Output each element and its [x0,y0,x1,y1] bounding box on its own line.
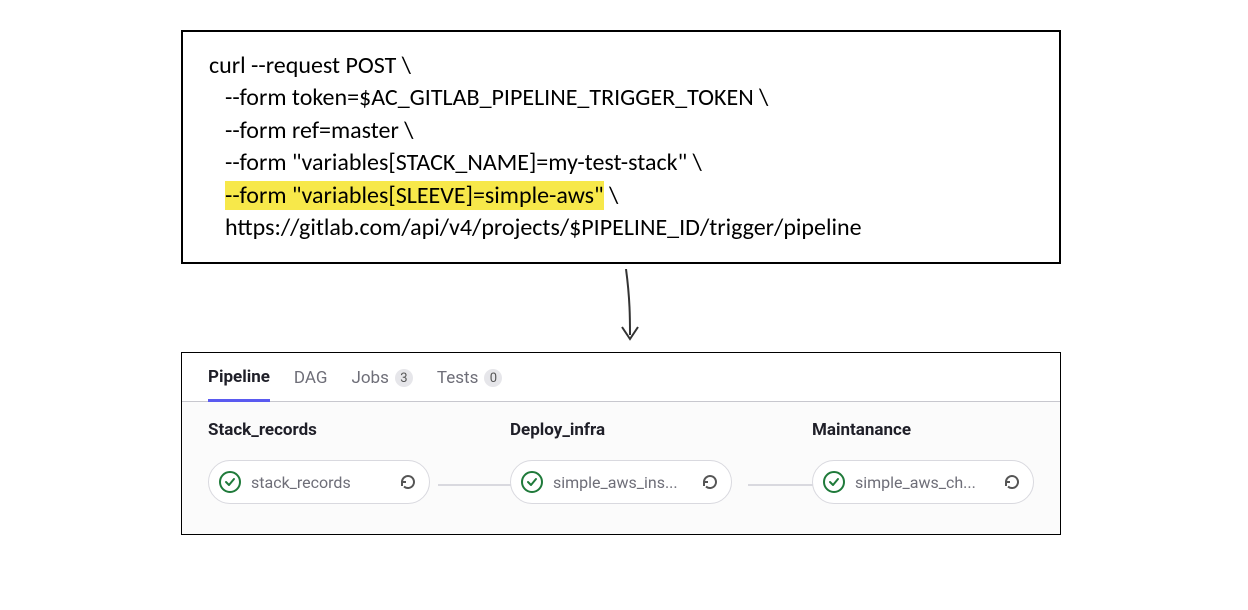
arrow-down-icon [612,269,652,349]
retry-icon[interactable] [397,471,419,493]
code-line: --form "variables[STACK_NAME]=my-test-st… [209,147,1033,179]
stage-title: Deploy_infra [510,420,732,440]
job-name: simple_aws_ch... [855,473,991,492]
tab-label: Tests [437,368,478,388]
job-name: simple_aws_ins... [553,473,689,492]
stage-connector [438,484,518,486]
highlighted-text: --form "variables[SLEEVE]=simple-aws" [225,181,604,210]
pipeline-panel: Pipeline DAG Jobs 3 Tests 0 Stack_record… [181,352,1061,535]
tab-jobs[interactable]: Jobs 3 [351,368,412,400]
pipeline-tabs: Pipeline DAG Jobs 3 Tests 0 [182,353,1060,401]
tab-label: DAG [294,368,328,388]
retry-icon[interactable] [1001,471,1023,493]
code-line-highlighted: --form "variables[SLEEVE]=simple-aws" \ [209,180,1033,212]
status-success-icon [219,471,241,493]
tab-pipeline[interactable]: Pipeline [208,367,270,402]
stage-deploy-infra: Deploy_infra simple_aws_ins... [510,420,732,504]
status-success-icon [521,471,543,493]
tab-label: Pipeline [208,367,270,387]
job-stack-records[interactable]: stack_records [208,460,430,504]
status-success-icon [823,471,845,493]
tab-dag[interactable]: DAG [294,368,328,400]
stage-maintanance: Maintanance simple_aws_ch... [812,420,1034,504]
tab-tests[interactable]: Tests 0 [437,368,502,400]
retry-icon[interactable] [699,471,721,493]
stage-title: Maintanance [812,420,1034,440]
pipeline-graph: Stack_records stack_records Deploy_infra [182,402,1060,534]
code-line: --form ref=master \ [209,115,1033,147]
code-line: curl --request POST \ [209,50,1033,82]
tab-count-badge: 3 [395,369,413,387]
code-line: https://gitlab.com/api/v4/projects/$PIPE… [209,212,1033,244]
job-name: stack_records [251,473,387,492]
curl-command-box: curl --request POST \ --form token=$AC_G… [181,30,1061,264]
stage-stack-records: Stack_records stack_records [208,420,430,504]
code-line: --form token=$AC_GITLAB_PIPELINE_TRIGGER… [209,82,1033,114]
job-simple-aws-check[interactable]: simple_aws_ch... [812,460,1034,504]
tab-label: Jobs [351,368,388,388]
stage-title: Stack_records [208,420,430,440]
job-simple-aws-install[interactable]: simple_aws_ins... [510,460,732,504]
tab-count-badge: 0 [484,369,502,387]
code-text: \ [604,181,619,210]
